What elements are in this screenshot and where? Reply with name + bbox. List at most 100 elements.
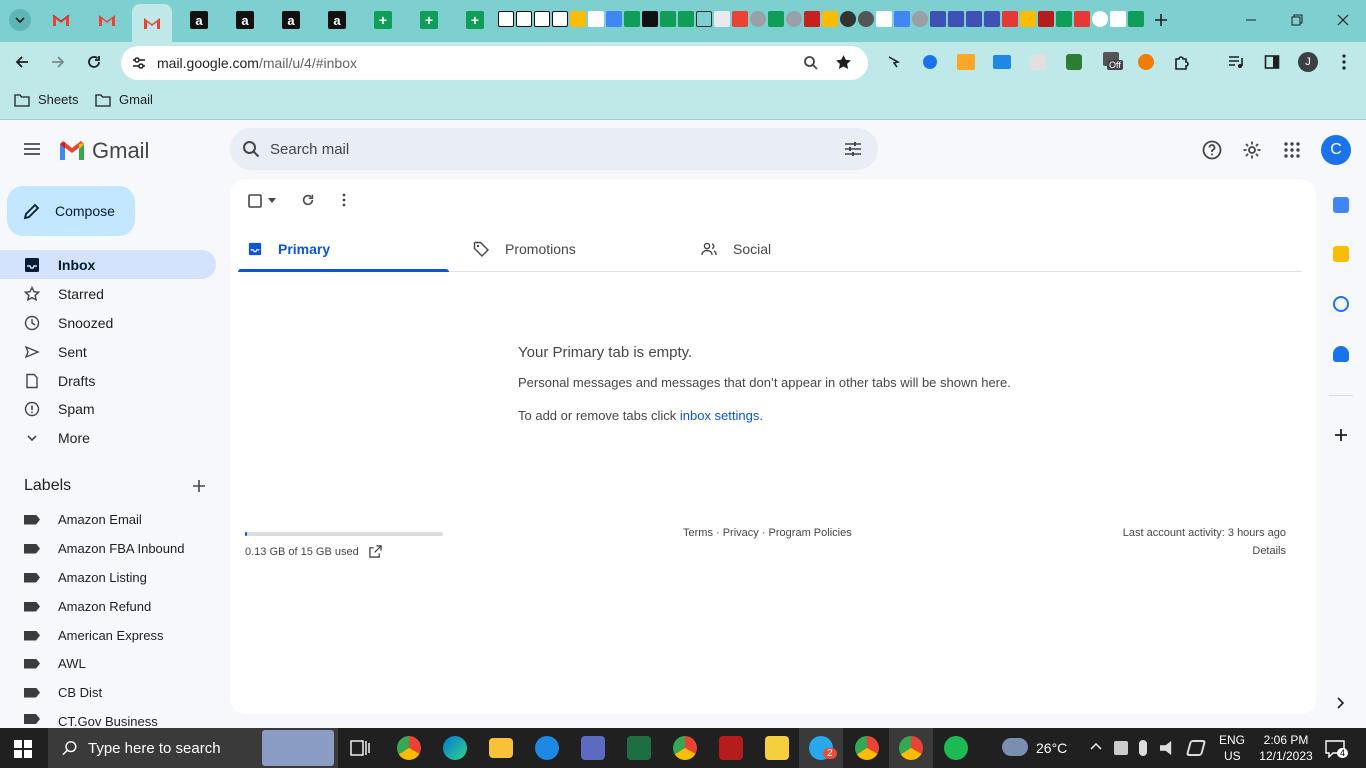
- reload-button[interactable]: [84, 52, 104, 72]
- label-item[interactable]: AWL: [0, 649, 216, 678]
- app-icon[interactable]: [1002, 11, 1018, 27]
- search-icon[interactable]: [803, 55, 819, 71]
- list-icon[interactable]: [948, 11, 964, 27]
- calculator-icon[interactable]: [581, 736, 605, 760]
- spotify-icon[interactable]: [944, 736, 968, 760]
- sheets-icon[interactable]: [624, 11, 640, 27]
- browser-tab-gmail-active[interactable]: [132, 4, 172, 42]
- browser-tab-gmail[interactable]: [48, 4, 74, 36]
- globe-icon[interactable]: [750, 11, 766, 27]
- chrome-taskbar-icon[interactable]: [673, 736, 697, 760]
- list-icon[interactable]: [930, 11, 946, 27]
- inbox-settings-link[interactable]: inbox settings: [680, 408, 760, 423]
- app-icon[interactable]: [804, 11, 820, 27]
- bookmark-folder-gmail[interactable]: Gmail: [95, 92, 153, 107]
- open-external-icon[interactable]: [369, 545, 382, 558]
- browser-tab-amazon[interactable]: a: [232, 4, 258, 36]
- restore-button[interactable]: [1274, 0, 1320, 40]
- refresh-button[interactable]: [301, 193, 315, 207]
- get-addons-button[interactable]: [1334, 428, 1348, 442]
- keep-icon[interactable]: [1333, 246, 1349, 262]
- nav-item-spam[interactable]: Spam: [0, 394, 216, 423]
- more-actions-button[interactable]: [342, 193, 346, 207]
- amazon-icon[interactable]: [588, 11, 604, 27]
- app-icon[interactable]: [642, 11, 658, 27]
- footer-links[interactable]: Terms · Privacy · Program Policies: [683, 527, 852, 539]
- app-icon[interactable]: [1074, 11, 1090, 27]
- browser-tab-sheets[interactable]: +: [416, 4, 442, 36]
- browser-tab-amazon[interactable]: a: [186, 4, 212, 36]
- nav-item-inbox[interactable]: Inbox: [0, 250, 216, 279]
- extension-coupon-button[interactable]: Off: [1100, 52, 1128, 72]
- usb-icon[interactable]: [1114, 741, 1128, 755]
- browser-tab-amazon[interactable]: a: [324, 4, 350, 36]
- sheets-icon[interactable]: [678, 11, 694, 27]
- excel-icon[interactable]: [627, 736, 651, 760]
- weather-icon[interactable]: [1002, 738, 1028, 756]
- bookmark-star-icon[interactable]: [835, 54, 852, 71]
- region-indicator[interactable]: US: [1224, 749, 1241, 763]
- chrome-taskbar-icon[interactable]: [397, 736, 421, 760]
- browser-tab-sheets[interactable]: +: [462, 4, 488, 36]
- app-icon[interactable]: [1092, 11, 1108, 27]
- sysco-icon[interactable]: [1110, 11, 1126, 27]
- nav-item-starred[interactable]: Starred: [0, 279, 216, 308]
- forward-button[interactable]: [48, 52, 68, 72]
- select-checkbox[interactable]: [248, 194, 276, 208]
- tab-primary[interactable]: Primary: [238, 226, 449, 272]
- list-icon[interactable]: [984, 11, 1000, 27]
- label-item[interactable]: American Express: [0, 621, 216, 650]
- app-icon[interactable]: [1056, 11, 1072, 27]
- profile-button[interactable]: J: [1298, 52, 1318, 72]
- calendar-icon[interactable]: [1333, 197, 1349, 213]
- extension-button[interactable]: [920, 52, 940, 72]
- extension-button[interactable]: [1028, 52, 1048, 72]
- nav-item-sent[interactable]: Sent: [0, 337, 216, 366]
- extension-rs-button[interactable]: [1064, 52, 1084, 72]
- tasks-icon[interactable]: [1333, 296, 1349, 312]
- globe-icon[interactable]: [786, 11, 802, 27]
- sheets-icon[interactable]: [660, 11, 676, 27]
- label-item[interactable]: Amazon Refund: [0, 592, 216, 621]
- weather-temp[interactable]: 26°C: [1036, 740, 1067, 756]
- search-bar[interactable]: Search mail: [230, 128, 878, 170]
- minimize-button[interactable]: [1228, 0, 1274, 40]
- browser-tab-amazon[interactable]: a: [278, 4, 304, 36]
- label-item[interactable]: CT.Gov Business: [0, 707, 216, 727]
- fedex-icon[interactable]: [732, 11, 748, 27]
- list-icon[interactable]: [966, 11, 982, 27]
- nav-item-drafts[interactable]: Drafts: [0, 366, 216, 395]
- amazon-icon[interactable]: [516, 11, 532, 27]
- apps-button[interactable]: [1283, 141, 1301, 159]
- chrome-taskbar-icon[interactable]: [855, 736, 879, 760]
- gmail-logo[interactable]: Gmail: [58, 138, 149, 164]
- tab-search-button[interactable]: [6, 4, 34, 36]
- sticky-notes-icon[interactable]: [765, 736, 789, 760]
- label-item[interactable]: Amazon FBA Inbound: [0, 534, 216, 563]
- app-icon[interactable]: [840, 11, 856, 27]
- amazon-icon[interactable]: [498, 11, 514, 27]
- microphone-icon[interactable]: [1139, 740, 1147, 756]
- settings-button[interactable]: [1242, 140, 1262, 160]
- task-view-button[interactable]: [350, 739, 370, 757]
- tray-expand-button[interactable]: [1090, 742, 1102, 750]
- taskbar-search[interactable]: Type here to search: [48, 728, 338, 768]
- bookmark-folder-sheets[interactable]: Sheets: [14, 92, 78, 107]
- label-item[interactable]: CB Dist: [0, 678, 216, 707]
- browser-tab-gmail[interactable]: [94, 4, 120, 36]
- volume-icon[interactable]: [1160, 741, 1172, 755]
- compose-button[interactable]: Compose: [7, 186, 135, 236]
- side-panel-button[interactable]: [1262, 52, 1282, 72]
- site-info-icon[interactable]: [131, 55, 147, 71]
- app-icon[interactable]: [876, 11, 892, 27]
- pen-icon[interactable]: [1185, 740, 1207, 756]
- filezilla-icon[interactable]: [719, 736, 743, 760]
- notifications-button[interactable]: 4: [1325, 740, 1349, 758]
- app-icon[interactable]: [1038, 11, 1054, 27]
- clock-time[interactable]: 2:06 PM: [1262, 733, 1310, 747]
- extensions-menu-button[interactable]: [1172, 52, 1192, 72]
- language-indicator[interactable]: ENG: [1219, 733, 1245, 747]
- search-options-button[interactable]: [844, 141, 862, 157]
- clock-date[interactable]: 12/1/2023: [1256, 749, 1316, 763]
- media-control-button[interactable]: [1226, 52, 1246, 72]
